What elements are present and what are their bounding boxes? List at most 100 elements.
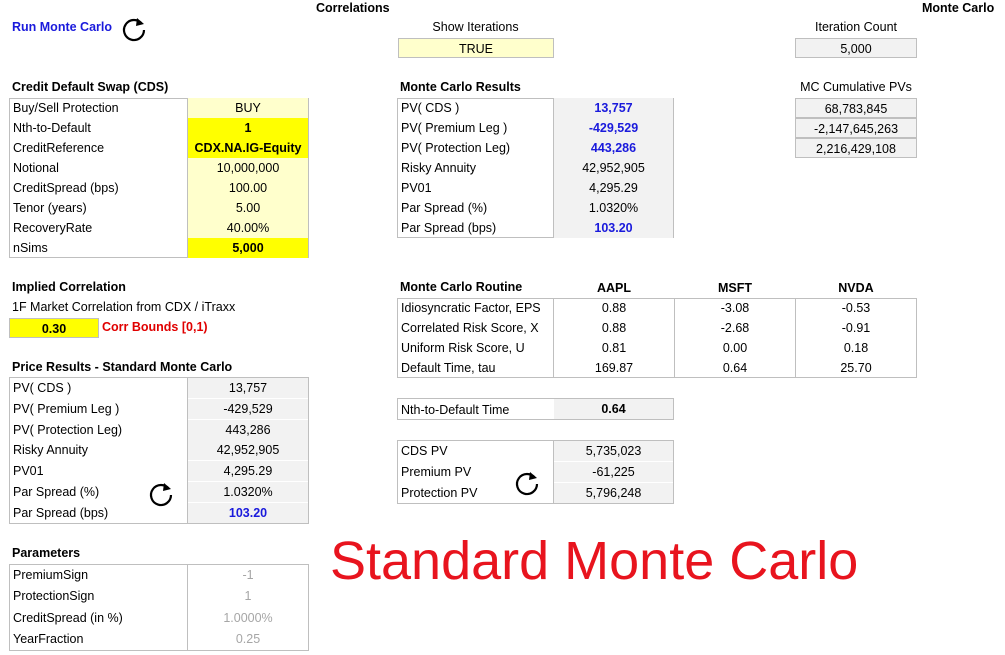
mc-row-label: PV( CDS ) — [401, 101, 460, 115]
mc-row-label: PV( Protection Leg) — [401, 141, 511, 155]
refresh-icon[interactable] — [513, 469, 541, 497]
implied-corr-desc: 1F Market Correlation from CDX / iTraxx — [12, 300, 236, 314]
price-row-label: PV( CDS ) — [13, 381, 72, 395]
param-row-label: YearFraction — [13, 631, 84, 646]
routine-row-label: Default Time, tau — [401, 361, 496, 375]
routine-row-value: -0.91 — [841, 321, 871, 335]
mc-row-label: Risky Annuity — [401, 161, 477, 175]
cds-row-label: Buy/Sell Protection — [13, 101, 119, 115]
routine-column-header: MSFT — [717, 281, 753, 295]
cds-pv-row-label: Premium PV — [401, 465, 472, 479]
mc-row-value: -429,529 — [554, 118, 673, 138]
cds-row-label: CreditSpread (bps) — [13, 181, 119, 195]
param-row-label: ProtectionSign — [13, 589, 95, 604]
mc-row-value: 42,952,905 — [554, 158, 673, 178]
routine-row-label: Idiosyncratic Factor, EPS — [401, 301, 541, 315]
price-row-value: 443,286 — [188, 419, 308, 440]
correlations-heading: Correlations — [316, 1, 390, 15]
cds-pv-row-value: 5,735,023 — [554, 441, 673, 461]
show-iterations-label: Show Iterations — [432, 20, 519, 34]
corr-bounds-note: Corr Bounds [0,1) — [102, 320, 208, 334]
show-iterations-cell[interactable]: TRUE — [398, 38, 554, 58]
monte-carlo-heading: Monte Carlo — [922, 1, 995, 15]
cds-row-label: nSims — [13, 241, 48, 255]
mc-row-label: PV( Premium Leg ) — [401, 121, 508, 135]
cds-row-label: CreditReference — [13, 141, 105, 155]
cds-row-label: Tenor (years) — [13, 201, 87, 215]
cds-row-value[interactable]: BUY — [188, 98, 308, 118]
implied-corr-title: Implied Correlation — [12, 280, 126, 294]
routine-row-value: -2.68 — [720, 321, 750, 335]
cumulative-pv-cell: 2,216,429,108 — [795, 138, 917, 158]
routine-row-value: 0.00 — [722, 341, 748, 355]
price-row-value: 1.0320% — [188, 482, 308, 502]
param-row-label: CreditSpread (in %) — [13, 610, 123, 625]
price-row-label: PV01 — [13, 464, 44, 479]
routine-row-value: 169.87 — [594, 361, 634, 375]
cds-pv-row-label: CDS PV — [401, 444, 448, 458]
mc-row-label: Par Spread (%) — [401, 201, 488, 215]
price-row-value: 13,757 — [188, 378, 308, 398]
mc-row-value: 4,295.29 — [554, 178, 673, 198]
price-row-value: 42,952,905 — [188, 440, 308, 461]
refresh-icon[interactable] — [120, 15, 148, 43]
cds-row-label: Notional — [13, 161, 59, 175]
cds-row-value[interactable]: 40.00% — [188, 218, 308, 238]
mc-row-value: 13,757 — [554, 98, 673, 118]
cumulative-pv-cell: 68,783,845 — [795, 98, 917, 118]
cds-pv-row-value: -61,225 — [554, 462, 673, 482]
routine-row-value: 0.64 — [722, 361, 748, 375]
routine-row-value: -3.08 — [720, 301, 750, 315]
routine-row-value: -0.53 — [841, 301, 871, 315]
mc-row-value: 1.0320% — [554, 198, 673, 218]
routine-title: Monte Carlo Routine — [400, 280, 523, 294]
routine-row-label: Uniform Risk Score, U — [401, 341, 525, 355]
price-row-label: Risky Annuity — [13, 443, 89, 458]
routine-row-value: 0.81 — [601, 341, 627, 355]
price-row-label: PV( Premium Leg ) — [13, 401, 120, 416]
cds-row-value[interactable]: CDX.NA.IG-Equity — [188, 138, 308, 158]
price-row-label: PV( Protection Leg) — [13, 422, 123, 437]
param-row-value: 1 — [244, 589, 252, 604]
iteration-count-cell[interactable]: 5,000 — [795, 38, 917, 58]
param-row-value: -1 — [242, 568, 254, 582]
mc-row-label: PV01 — [401, 181, 432, 195]
routine-row-label: Correlated Risk Score, X — [401, 321, 539, 335]
routine-row-value: 0.18 — [843, 341, 869, 355]
price-row-value: -429,529 — [188, 398, 308, 419]
routine-column-header: AAPL — [596, 281, 632, 295]
cds-row-label: Nth-to-Default — [13, 121, 91, 135]
price-row-value: 4,295.29 — [188, 461, 308, 482]
standard-monte-carlo-title: Standard Monte Carlo — [330, 531, 859, 591]
cds-row-value[interactable]: 5,000 — [188, 238, 308, 258]
routine-row-value: 0.88 — [601, 301, 627, 315]
routine-row-value: 0.88 — [601, 321, 627, 335]
mc-row-value: 443,286 — [554, 138, 673, 158]
parameters-title: Parameters — [12, 546, 81, 560]
mc-row-value: 103.20 — [554, 218, 673, 238]
implied-corr-cell[interactable]: 0.30 — [9, 318, 99, 338]
routine-column-header: NVDA — [838, 281, 874, 295]
iteration-count-label: Iteration Count — [815, 20, 897, 34]
cds-title: Credit Default Swap (CDS) — [12, 80, 169, 94]
param-row-value: 1.0000% — [223, 610, 273, 625]
price-row-value: 103.20 — [188, 502, 308, 523]
param-row-value: 0.25 — [235, 631, 261, 646]
mc-row-label: Par Spread (bps) — [401, 221, 497, 235]
run-monte-carlo-link[interactable]: Run Monte Carlo — [12, 20, 112, 34]
refresh-icon[interactable] — [147, 480, 175, 508]
nth-default-value[interactable]: 0.64 — [554, 399, 673, 419]
cumulative-pv-cell: -2,147,645,263 — [795, 118, 917, 138]
mc-results-title: Monte Carlo Results — [400, 80, 521, 94]
cds-row-value[interactable]: 100.00 — [188, 178, 308, 198]
cds-row-label: RecoveryRate — [13, 221, 93, 235]
nth-default-label: Nth-to-Default Time — [401, 403, 510, 417]
cds-pv-row-value: 5,796,248 — [554, 483, 673, 503]
cds-row-value[interactable]: 10,000,000 — [188, 158, 308, 178]
cumulative-title: MC Cumulative PVs — [800, 80, 912, 94]
cds-pv-row-label: Protection PV — [401, 486, 478, 500]
routine-row-value: 25.70 — [840, 361, 872, 375]
param-row-label: PremiumSign — [13, 568, 89, 582]
cds-row-value[interactable]: 1 — [188, 118, 308, 138]
cds-row-value[interactable]: 5.00 — [188, 198, 308, 218]
